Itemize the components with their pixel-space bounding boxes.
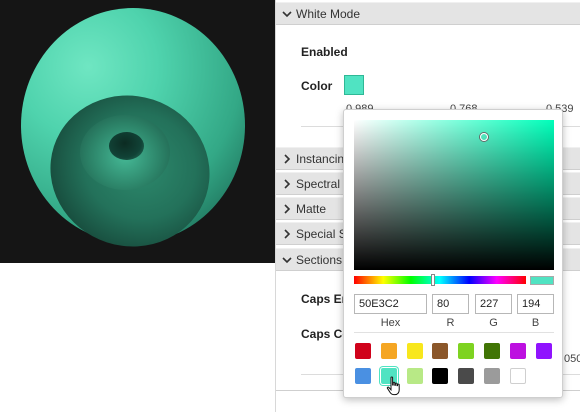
preset-swatch[interactable]: [458, 368, 475, 384]
chevron-down-icon: [282, 3, 292, 25]
divider: [354, 332, 554, 333]
b-label: B: [531, 317, 540, 329]
sphere-cut-hole: [109, 132, 144, 160]
chevron-right-icon: [282, 198, 292, 220]
g-input[interactable]: 227: [475, 294, 512, 314]
preset-swatch[interactable]: [535, 343, 552, 359]
preset-swatch[interactable]: [432, 343, 449, 359]
section-title: Special S: [296, 227, 347, 241]
caps-color-value: 050: [564, 353, 580, 365]
preset-swatch[interactable]: [484, 368, 500, 384]
section-header-white-mode[interactable]: White Mode: [276, 2, 580, 25]
g-label: G: [489, 317, 498, 329]
section-title: Sections: [296, 253, 343, 267]
chevron-right-icon: [282, 173, 292, 195]
b-input[interactable]: 194: [517, 294, 554, 314]
preset-swatch[interactable]: [380, 343, 397, 359]
chevron-down-icon: [282, 249, 292, 271]
color-preview: [530, 276, 554, 285]
section-title: White Mode: [296, 7, 361, 21]
hand-pointer-icon: [386, 376, 402, 396]
chevron-right-icon: [282, 223, 292, 245]
preset-swatch[interactable]: [406, 343, 423, 359]
section-title: Spectral: [296, 177, 341, 191]
caps-enabled-label: Caps Er: [301, 292, 347, 306]
preset-swatch[interactable]: [355, 343, 371, 359]
section-title: Matte: [296, 202, 327, 216]
preset-swatch[interactable]: [509, 368, 526, 384]
3d-viewport[interactable]: [0, 0, 275, 263]
r-label: R: [446, 317, 455, 329]
hue-slider-handle[interactable]: [431, 274, 436, 286]
saturation-value-handle[interactable]: [480, 132, 488, 141]
preset-swatch[interactable]: [432, 368, 449, 384]
hex-input[interactable]: 50E3C2: [354, 294, 427, 314]
saturation-value-area[interactable]: [354, 120, 554, 270]
color-picker-popup: 50E3C2 80 227 194 Hex R G B: [343, 109, 563, 398]
chevron-right-icon: [282, 148, 292, 170]
preset-swatch[interactable]: [406, 368, 423, 384]
preset-swatch[interactable]: [484, 343, 500, 359]
preset-swatch[interactable]: [509, 343, 526, 359]
preset-swatch[interactable]: [458, 343, 475, 359]
color-label: Color: [301, 79, 333, 93]
color-swatch[interactable]: [344, 75, 364, 95]
hue-slider[interactable]: [354, 276, 526, 284]
hex-label: Hex: [380, 317, 401, 329]
preset-swatch[interactable]: [355, 368, 371, 384]
enabled-label: Enabled: [301, 45, 348, 59]
viewport-empty-area: [0, 263, 275, 412]
r-input[interactable]: 80: [432, 294, 469, 314]
